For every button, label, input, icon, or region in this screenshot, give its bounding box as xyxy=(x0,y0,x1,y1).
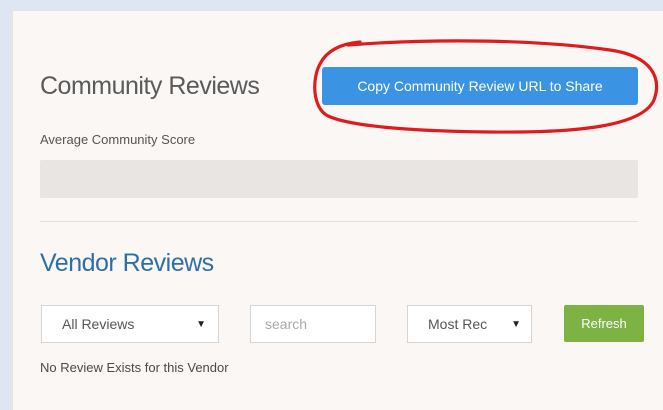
copy-community-review-url-button[interactable]: Copy Community Review URL to Share xyxy=(322,67,638,105)
community-reviews-title: Community Reviews xyxy=(40,72,260,100)
refresh-button[interactable]: Refresh xyxy=(564,305,644,342)
caret-down-icon: ▼ xyxy=(511,318,521,330)
sort-value: Most Rec xyxy=(428,316,488,332)
search-input[interactable] xyxy=(250,305,376,343)
review-filter-value: All Reviews xyxy=(62,316,135,332)
average-community-score-label: Average Community Score xyxy=(40,132,196,147)
average-score-bar xyxy=(40,160,638,198)
sort-select[interactable]: Most Rec ▼ xyxy=(407,305,532,343)
review-filter-select[interactable]: All Reviews ▼ xyxy=(41,305,219,343)
section-divider xyxy=(40,221,638,222)
caret-down-icon: ▼ xyxy=(196,318,206,330)
vendor-reviews-title: Vendor Reviews xyxy=(40,249,214,277)
empty-reviews-message: No Review Exists for this Vendor xyxy=(40,360,229,375)
